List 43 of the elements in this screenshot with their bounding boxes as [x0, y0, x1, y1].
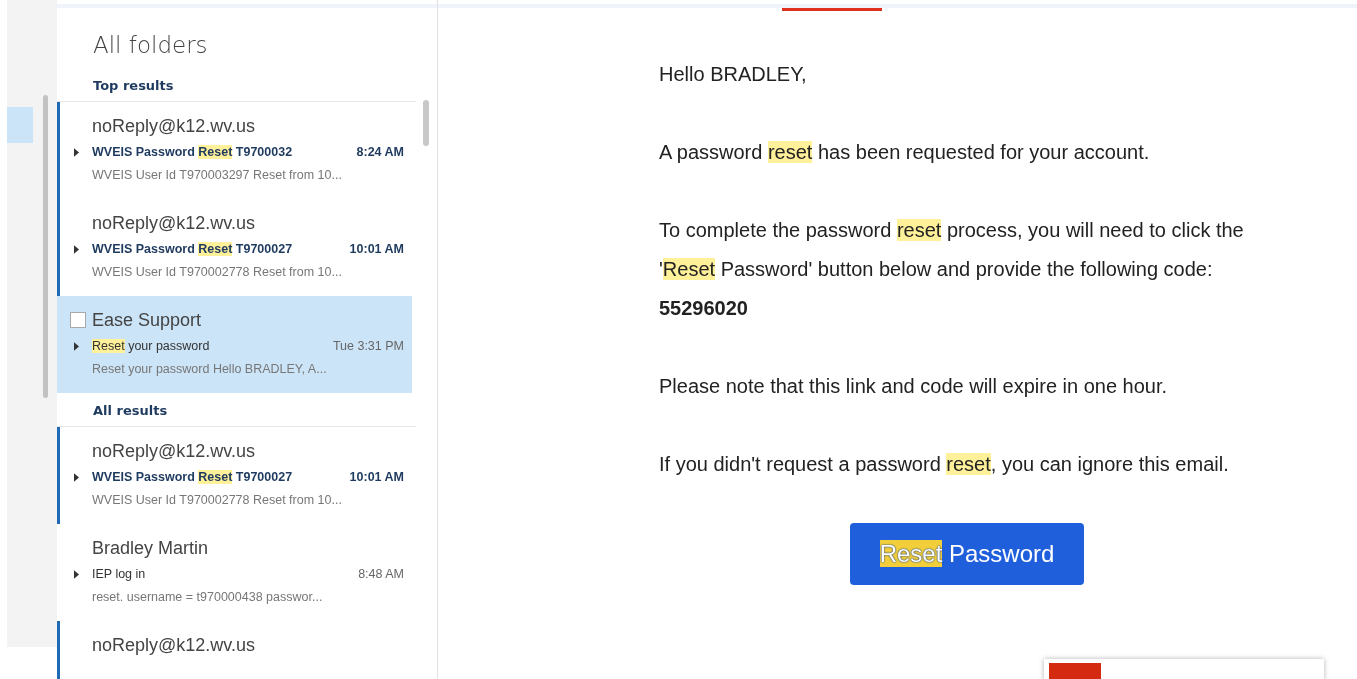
message-preview: WVEIS User Id T970002778 Reset from 10...	[91, 492, 343, 509]
expand-caret-icon[interactable]	[74, 341, 79, 351]
sender-name: Ease Support	[92, 309, 202, 331]
message-subject: Reset your password	[92, 339, 211, 353]
sender-name: noReply@k12.wv.us	[92, 634, 255, 656]
message-item[interactable]: Ease Support Reset your password Tue 3:31 PM Reset your password Hello BRADLEY, A...	[57, 296, 412, 393]
expand-caret-icon[interactable]	[74, 472, 79, 482]
email-paragraph: Hello BRADLEY,	[659, 62, 808, 87]
message-preview: WVEIS User Id T970003297 Reset from 10...	[91, 167, 343, 184]
message-preview: reset. username = t970000438 passwor...	[91, 589, 324, 606]
email-paragraph: A password reset has been requested for your account.	[659, 140, 1151, 165]
folder-title: All folders	[92, 31, 209, 60]
section-heading: All results	[57, 393, 416, 427]
message-preview: Reset your password Hello BRADLEY, A...	[91, 361, 328, 378]
message-item[interactable]: noReply@k12.wv.us WVEIS Password Reset T9700027 10:01 AM WVEIS User Id T970002778 Reset from 10...	[57, 427, 412, 524]
sender-name: Bradley Martin	[92, 537, 209, 559]
message-preview: WVEIS User Id T970002778 Reset from 10...	[91, 264, 343, 281]
sender-name: noReply@k12.wv.us	[92, 212, 255, 234]
find-field[interactable]	[1049, 663, 1101, 679]
sender-name: noReply@k12.wv.us	[92, 115, 255, 137]
email-paragraph: If you didn't request a password reset, you can ignore this email.	[659, 452, 1230, 477]
checkbox[interactable]	[70, 312, 86, 328]
message-time: 8:24 AM	[356, 145, 404, 159]
scrollbar[interactable]	[423, 100, 429, 146]
email-paragraph: Please note that this link and code will expire in one hour.	[659, 374, 1169, 399]
expand-caret-icon[interactable]	[74, 569, 79, 579]
message-subject: WVEIS Password Reset T9700027	[92, 470, 294, 484]
message-item[interactable]: noReply@k12.wv.us WVEIS Password Reset T9700032 8:24 AM WVEIS User Id T970003297 Reset from 10...	[57, 102, 412, 199]
message-time: Tue 3:31 PM	[332, 339, 404, 353]
message-subject: IEP log in	[92, 567, 147, 581]
expand-caret-icon[interactable]	[74, 244, 79, 254]
message-item[interactable]: noReply@k12.wv.us	[57, 621, 412, 679]
message-subject: WVEIS Password Reset T9700032	[92, 145, 294, 159]
sender-name: noReply@k12.wv.us	[92, 440, 255, 462]
message-time: 10:01 AM	[349, 242, 404, 256]
message-subject: WVEIS Password Reset T9700027	[92, 242, 294, 256]
message-time: 10:01 AM	[349, 470, 404, 484]
expand-caret-icon[interactable]	[74, 147, 79, 157]
email-paragraph: To complete the password reset process, you will need to click the 'Reset Password' button below and provide the following code: 55296020	[659, 218, 1245, 321]
message-item[interactable]: Bradley Martin IEP log in 8:48 AM reset. username = t970000438 passwor...	[57, 524, 412, 621]
scrollbar[interactable]	[43, 95, 48, 398]
section-heading: Top results	[57, 68, 416, 102]
message-time: 8:48 AM	[358, 567, 404, 581]
